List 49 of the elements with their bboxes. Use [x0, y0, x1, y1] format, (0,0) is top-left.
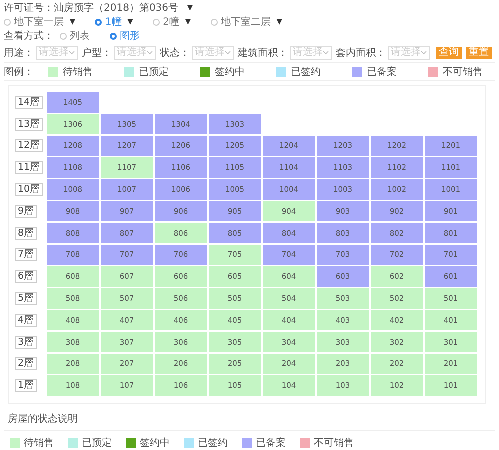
chevron-down-icon: [323, 51, 329, 55]
floor-label: 14層: [15, 96, 44, 109]
legend-text: 已备案: [367, 66, 397, 78]
floor-label: 11層: [15, 161, 44, 174]
floor-label: 4層: [15, 314, 38, 327]
legend-text: 已签约: [198, 437, 228, 450]
floor-label: 13層: [15, 118, 44, 131]
radio-icon: [4, 18, 11, 26]
action-button[interactable]: 查询: [436, 47, 462, 59]
status-legend-title: 房屋的状态说明: [4, 409, 495, 432]
chevron-down-icon: [147, 51, 153, 55]
filter-label: 户型：: [82, 46, 112, 60]
floor-label: 12層: [15, 139, 44, 152]
floor-label: 5層: [15, 292, 38, 305]
floor-label: 10層: [15, 182, 44, 196]
filter-label: 用途：: [4, 47, 34, 60]
legend-text: 待销售: [63, 66, 93, 78]
legend-text: 签约中: [140, 436, 170, 450]
floor-label: 1層: [15, 379, 38, 392]
view-mode-label: 查看方式：: [4, 30, 54, 43]
radio-icon: [110, 32, 117, 40]
chevron-down-icon: [69, 51, 75, 55]
action-button[interactable]: 重置: [466, 47, 492, 59]
filter-label: 套内面积：: [336, 46, 386, 60]
floor-label: 2層: [15, 357, 38, 370]
legend-text: 已备案: [256, 436, 286, 450]
floor-label: 8層: [15, 226, 38, 240]
view-mode-option[interactable]: 列表: [60, 29, 90, 43]
view-mode-option[interactable]: 图形: [110, 29, 140, 43]
permit-number: 许可证号：汕房预字（2018）第036号: [4, 2, 179, 15]
floor-label: 7層: [15, 248, 38, 262]
legend-text: 已签约: [291, 66, 321, 78]
legend-label: 图例：: [4, 66, 34, 78]
radio-icon: [210, 18, 218, 26]
legend-text: 已预定: [139, 66, 169, 78]
chevron-down-icon: [225, 51, 231, 55]
legend-text: 不可销售: [443, 66, 483, 78]
legend-text: 待销售: [24, 436, 54, 450]
legend-text: 不可销售: [314, 437, 354, 450]
legend-text: 已预定: [82, 436, 112, 450]
floor-label: 9層: [15, 204, 38, 218]
floor-label: 6層: [15, 270, 38, 284]
radio-icon: [153, 18, 160, 26]
floor-label: 3層: [15, 336, 38, 349]
legend-text: 签约中: [215, 66, 245, 78]
chevron-down-icon: [421, 51, 427, 55]
filter-label: 状态：: [160, 46, 190, 60]
radio-icon: [60, 32, 67, 40]
filter-label: 建筑面积：: [238, 46, 288, 60]
